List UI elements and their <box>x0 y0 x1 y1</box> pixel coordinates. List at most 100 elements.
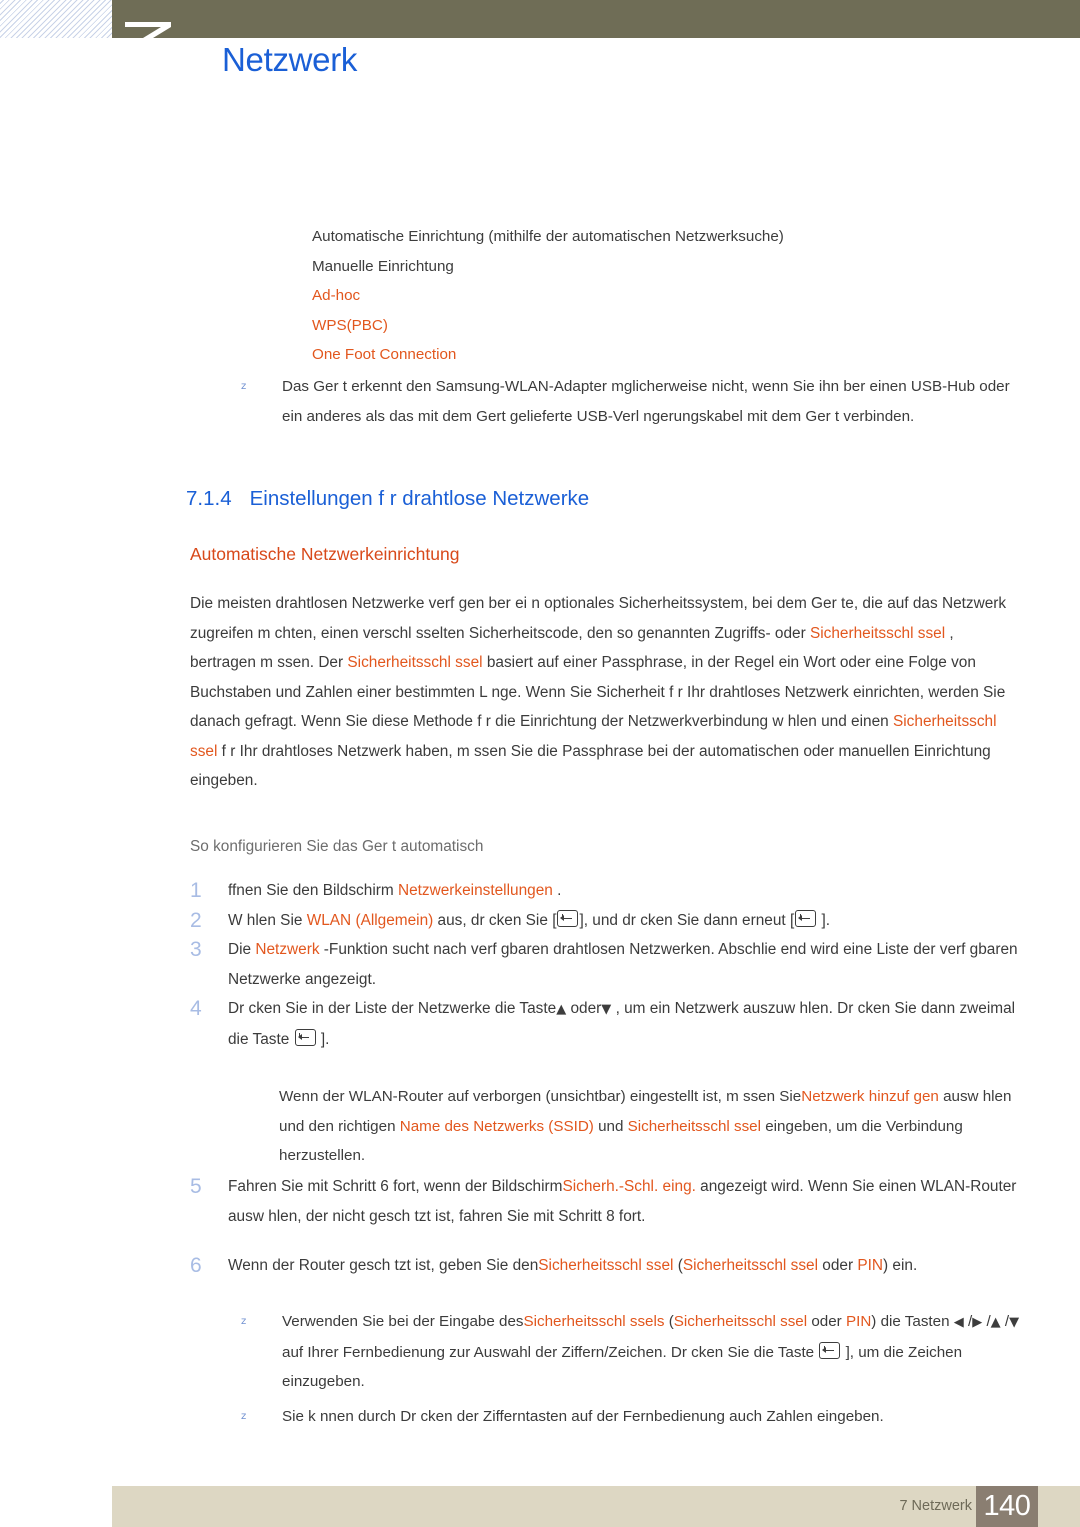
page-header: Netzwerk <box>0 0 1080 120</box>
step-text: ffnen Sie den Bildschirm Netzwerkeinstel… <box>228 876 1020 906</box>
page-footer: 7 Netzwerk 140 <box>112 1486 1080 1527</box>
text-run: und <box>593 1117 628 1135</box>
step-text: Fahren Sie mit Schritt 6 fort, wenn der … <box>228 1172 1020 1231</box>
section-title: Einstellungen f r drahtlose Netzwerke <box>249 487 590 510</box>
inset-note: Wenn der WLAN-Router auf verborgen (unsi… <box>279 1082 1024 1171</box>
step-item: 3 Die Netzwerk -Funktion sucht nach verf… <box>190 935 1020 994</box>
highlighted-term: Netzwerk <box>255 941 320 958</box>
paragraph-text-4: f r Ihr drahtloses Netzwerk haben, m sse… <box>190 742 991 790</box>
step-number: 6 <box>190 1254 202 1277</box>
step-number: 5 <box>190 1175 202 1198</box>
header-chapter-bar <box>112 0 1080 38</box>
highlighted-term: Sicherheitsschl ssel <box>538 1257 674 1274</box>
bottom-notes: z Verwenden Sie bei der Eingabe desSiche… <box>232 1307 1022 1431</box>
intro-highlight-wps-pbc: WPS(PBC) <box>312 316 388 334</box>
text-run: Verwenden Sie bei der Eingabe des <box>282 1313 524 1330</box>
howto-title: So konfigurieren Sie das Ger t automatis… <box>190 838 484 855</box>
text-run: / <box>963 1313 973 1330</box>
intro-highlight-ad-hoc: Ad-hoc <box>312 287 361 304</box>
step-item: 2 W hlen Sie WLAN (Allgemein) aus, dr ck… <box>190 906 1020 936</box>
note-bullet-icon: z <box>241 1316 247 1327</box>
section-subtitle: Automatische Netzwerkeinrichtung <box>190 544 460 564</box>
intro-list: Automatische Einrichtung (mithilfe der a… <box>312 222 1012 370</box>
direction-arrow-icon: ▶ <box>972 1315 983 1330</box>
enter-key-icon <box>557 909 579 927</box>
step-text: Die Netzwerk -Funktion sucht nach verf g… <box>228 935 1020 994</box>
section-number: 7.1.4 <box>186 487 232 510</box>
note-bullet-icon: z <box>241 1410 247 1422</box>
text-run: Fahren Sie mit Schritt 6 fort, wenn der … <box>228 1178 563 1195</box>
intro-list-item: Automatische Einrichtung (mithilfe der a… <box>312 228 784 245</box>
step-number: 3 <box>190 938 202 961</box>
text-run: Wenn der Router gesch tzt ist, geben Sie… <box>228 1257 539 1274</box>
body-paragraph: Die meisten drahtlosen Netzwerke verf ge… <box>190 589 1018 796</box>
highlighted-term: Sicherh.-Schl. eing. <box>562 1178 696 1195</box>
note-text: Sie k nnen durch Dr cken der Zifferntast… <box>282 1402 1022 1432</box>
note-text: Verwenden Sie bei der Eingabe desSicherh… <box>282 1307 1022 1397</box>
text-run: ) die Tasten <box>871 1313 954 1330</box>
text-run: ]. <box>316 1030 330 1048</box>
intro-note: z Das Ger t erkennt den Samsung-WLAN-Ada… <box>232 372 1022 431</box>
decorative-hatch-pattern <box>0 0 112 38</box>
step-number: 1 <box>190 879 202 902</box>
step-text: Wenn der Router gesch tzt ist, geben Sie… <box>228 1251 1020 1281</box>
text-run: ) ein. <box>883 1257 918 1274</box>
text-run: Sie k nnen durch Dr cken der Zifferntast… <box>282 1407 884 1425</box>
chapter-number-seven-icon <box>125 22 171 38</box>
text-run: ]. <box>817 911 831 929</box>
footer-chapter-label: 7 Netzwerk <box>899 1498 972 1514</box>
enter-key-icon <box>294 1028 316 1046</box>
text-run: / <box>1000 1313 1010 1330</box>
text-run: ], und dr cken Sie dann erneut [ <box>579 911 795 929</box>
highlighted-term: Name des Netzwerks (SSID) <box>399 1117 594 1135</box>
text-run: ( <box>664 1313 674 1330</box>
highlighted-term: Sicherheitsschl ssel <box>682 1257 818 1274</box>
text-run: Dr cken Sie in der Liste der Netzwerke d… <box>228 1000 557 1017</box>
step-item: 4 Dr cken Sie in der Liste der Netzwerke… <box>190 994 1020 1054</box>
enter-key-icon <box>819 1341 841 1359</box>
intro-note-text: Das Ger t erkennt den Samsung-WLAN-Adapt… <box>282 378 1010 425</box>
highlighted-term: Sicherheitsschl ssel <box>673 1313 808 1330</box>
text-run: ( <box>673 1257 683 1274</box>
text-run: Die <box>228 941 256 958</box>
text-run: oder <box>818 1257 858 1274</box>
note-item: z Sie k nnen durch Dr cken der Ziffernta… <box>232 1402 1022 1432</box>
step-text: Dr cken Sie in der Liste der Netzwerke d… <box>228 994 1020 1054</box>
intro-highlight-one-foot-connection: One Foot Connection <box>312 346 457 363</box>
text-run: / <box>982 1313 991 1330</box>
step-item: 5 Fahren Sie mit Schritt 6 fort, wenn de… <box>190 1172 1020 1231</box>
direction-arrow-icon: ▼ <box>1009 1315 1020 1330</box>
text-run: W hlen Sie <box>228 911 307 929</box>
page-title: Netzwerk <box>222 41 358 78</box>
enter-key-icon <box>795 909 817 927</box>
term-sicherheitsschluessel-1: Sicherheitsschl ssel <box>809 624 946 642</box>
text-run: aus, dr cken Sie [ <box>433 911 557 929</box>
direction-arrow-icon: ▲ <box>990 1315 1001 1330</box>
footer-page-box: 140 <box>976 1486 1038 1527</box>
page-number: 140 <box>983 1490 1031 1522</box>
direction-arrow-icon: ▲ <box>556 1002 567 1017</box>
steps-list-lower: 5 Fahren Sie mit Schritt 6 fort, wenn de… <box>190 1172 1020 1281</box>
step-text: W hlen Sie WLAN (Allgemein) aus, dr cken… <box>228 906 1020 936</box>
text-run: Wenn der WLAN-Router auf verborgen (unsi… <box>279 1088 802 1105</box>
note-item: z Verwenden Sie bei der Eingabe desSiche… <box>232 1307 1022 1397</box>
highlighted-term: Sicherheitsschl ssels <box>523 1313 665 1330</box>
text-run: -Funktion sucht nach verf gbaren drahtlo… <box>228 941 1018 988</box>
text-run: . <box>552 882 562 899</box>
direction-arrow-icon: ▼ <box>601 1002 612 1017</box>
intro-list-item: Manuelle Einrichtung <box>312 257 454 275</box>
section-heading: 7.1.4 Einstellungen f r drahtlose Netzwer… <box>186 487 589 511</box>
highlighted-term: Netzwerkeinstellungen <box>397 882 553 899</box>
note-bullet-icon: z <box>241 381 247 392</box>
text-run: ffnen Sie den Bildschirm <box>228 882 398 899</box>
step-number: 4 <box>190 997 202 1020</box>
highlighted-term: Sicherheitsschl ssel <box>627 1117 762 1135</box>
text-run: oder <box>807 1313 846 1330</box>
step-number: 2 <box>190 908 202 932</box>
text-run: oder <box>566 1000 602 1017</box>
step-item: 6 Wenn der Router gesch tzt ist, geben S… <box>190 1251 1020 1281</box>
term-sicherheitsschluessel-2: Sicherheitsschl ssel <box>347 654 483 671</box>
steps-list-upper: 1 ffnen Sie den Bildschirm Netzwerkeinst… <box>190 876 1020 1054</box>
highlighted-term: PIN <box>845 1313 872 1330</box>
highlighted-term: PIN <box>857 1257 884 1274</box>
